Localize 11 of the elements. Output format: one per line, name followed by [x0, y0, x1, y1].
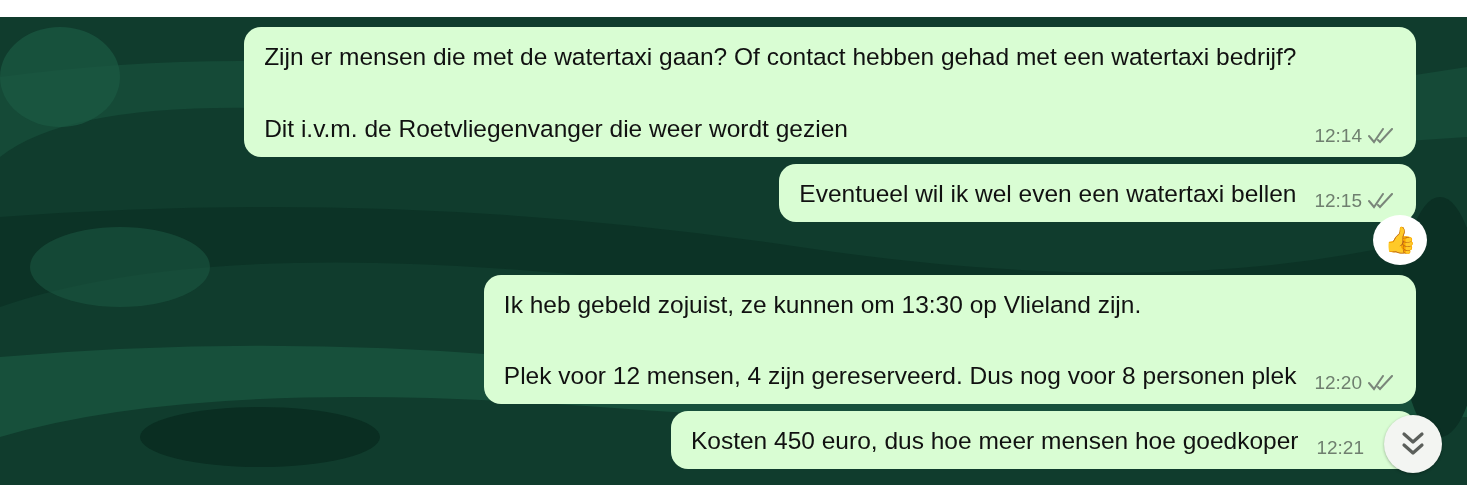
message-text: Kosten 450 euro, dus hoe meer mensen hoe goedkoper — [690, 426, 1299, 457]
message-text: Eventueel wil ik wel even een watertaxi bellen — [799, 178, 1297, 209]
message-time: 12:14 — [1314, 124, 1362, 147]
message-time: 12:15 — [1314, 189, 1362, 212]
message-time: 12:20 — [1314, 372, 1362, 395]
message-text: Zijn er mensen die met de watertaxi gaan? Of contact hebben gehad met een watertaxi bedrijf? — [264, 42, 1297, 72]
message-text: Dit i.v.m. de Roetvliegenvanger die weer wordt gezien — [264, 113, 849, 144]
double-chevron-down-icon — [1401, 431, 1425, 457]
message-text: Ik heb gebeld zojuist, ze kunnen om 13:30 op Vlieland zijn. — [503, 289, 1143, 320]
message-text: Plek voor 12 mensen, 4 zijn gereserveerd. Dus nog voor 8 personen plek — [503, 361, 1297, 392]
message-time: 12:21 — [1316, 437, 1364, 460]
